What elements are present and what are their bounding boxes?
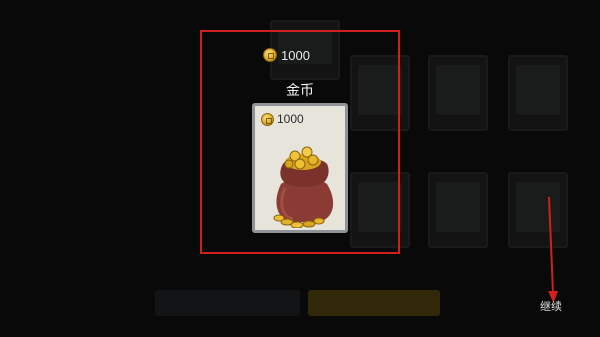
- down-arrow-icon: [548, 196, 558, 303]
- card-amount-value: 1000: [277, 112, 304, 126]
- gold-coin-icon: [261, 112, 274, 126]
- card-amount: 1000: [261, 112, 304, 126]
- continue-button[interactable]: 继续: [540, 298, 562, 314]
- reward-amount-value: 1000: [281, 47, 310, 63]
- gold-coin-icon: [263, 48, 277, 62]
- reward-amount: 1000: [263, 46, 310, 64]
- reward-title: 金币: [286, 82, 314, 98]
- coin-bag-image: [269, 142, 339, 229]
- reward-card: 1000: [252, 103, 348, 233]
